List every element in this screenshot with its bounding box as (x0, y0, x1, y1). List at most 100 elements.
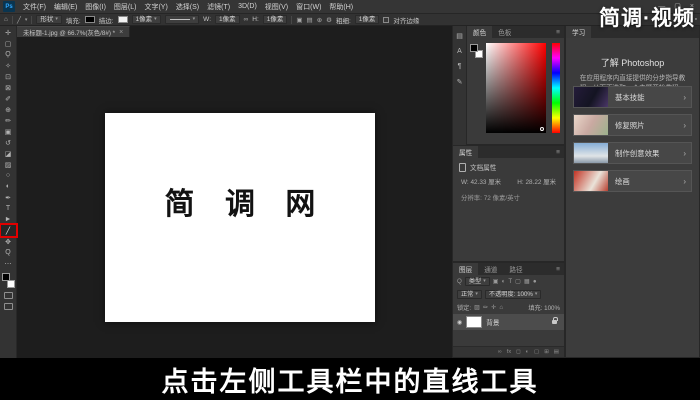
menu-file[interactable]: 文件(F) (19, 2, 50, 12)
delete-layer-icon[interactable]: ▤ (554, 349, 559, 355)
menu-view[interactable]: 视图(V) (261, 2, 292, 12)
path-selection-tool[interactable]: ► (1, 214, 16, 225)
foreground-color-swatch[interactable] (2, 273, 10, 281)
lasso-tool[interactable]: Ϙ (1, 49, 16, 60)
menu-window[interactable]: 窗口(W) (292, 2, 325, 12)
gradient-tool[interactable]: ▨ (1, 159, 16, 170)
tutorial-card-basic-skills[interactable]: 基本技能 › (573, 86, 692, 108)
layer-group-icon[interactable]: ▢ (534, 349, 539, 355)
document-tab[interactable]: 未标题-1.jpg @ 66.7%(灰色/8#) * × (17, 26, 130, 37)
spot-healing-tool[interactable]: ⊕ (1, 104, 16, 115)
tab-paths[interactable]: 路径 (503, 263, 528, 275)
tab-swatches[interactable]: 色板 (492, 26, 517, 38)
screen-mode-button[interactable] (4, 303, 13, 310)
panel-menu-icon[interactable]: ≡ (552, 26, 564, 38)
brush-tool[interactable]: ✏ (1, 115, 16, 126)
filter-type-icon[interactable]: T (508, 278, 512, 285)
filter-pixel-icon[interactable]: ▣ (493, 278, 499, 285)
hue-slider[interactable] (552, 43, 560, 133)
layer-row-background[interactable]: ◉ 背景 (453, 314, 564, 330)
panel-menu-icon[interactable]: ≡ (552, 146, 564, 158)
path-alignment-icon[interactable]: ▤ (307, 16, 313, 24)
menu-layer[interactable]: 图层(L) (110, 2, 141, 12)
quick-selection-tool[interactable]: ✧ (1, 60, 16, 71)
align-edges-checkbox[interactable] (383, 17, 389, 23)
history-panel-icon[interactable]: ▤ (456, 32, 463, 40)
type-tool[interactable]: T (1, 203, 16, 214)
menu-help[interactable]: 帮助(H) (325, 2, 357, 12)
edit-toolbar-button[interactable]: ⋯ (1, 258, 16, 269)
path-arrangement-icon[interactable]: ⊕ (317, 16, 322, 24)
weight-input[interactable]: 1像素 (355, 15, 380, 24)
blur-tool[interactable]: ○ (1, 170, 16, 181)
blend-mode-dropdown[interactable]: 正常▾ (457, 290, 482, 299)
menu-3d[interactable]: 3D(D) (234, 3, 261, 10)
clone-stamp-tool[interactable]: ▣ (1, 126, 16, 137)
line-tool-highlighted[interactable]: ╱ (1, 225, 16, 236)
tutorial-card-retouch-photos[interactable]: 修复照片 › (573, 114, 692, 136)
panel-menu-icon[interactable]: ≡ (552, 263, 564, 275)
new-layer-icon[interactable]: ⊞ (544, 349, 549, 355)
quick-mask-button[interactable] (4, 292, 13, 299)
libraries-panel-icon[interactable]: ✎ (457, 78, 463, 86)
width-input[interactable]: 1像素 (215, 15, 240, 24)
menu-filter[interactable]: 滤镜(T) (203, 2, 234, 12)
current-tool-icon[interactable]: ╱ (17, 16, 21, 24)
hand-tool[interactable]: ✥ (1, 236, 16, 247)
fill-swatch[interactable] (85, 16, 95, 23)
filter-toggle-icon[interactable]: ● (533, 278, 537, 285)
tab-color[interactable]: 颜色 (467, 26, 492, 38)
lock-all-icon[interactable]: ⌂ (499, 304, 503, 311)
stroke-width-dropdown[interactable]: 1像素▾ (132, 15, 161, 24)
filter-smartobject-icon[interactable]: ▦ (524, 278, 530, 285)
tab-properties[interactable]: 属性 (453, 146, 478, 158)
eyedropper-tool[interactable]: ✐ (1, 93, 16, 104)
tab-channels[interactable]: 通道 (478, 263, 503, 275)
lock-position-icon[interactable]: ✛ (491, 304, 496, 311)
frame-tool[interactable]: ⊠ (1, 82, 16, 93)
panel-collapse-icon[interactable]: ▫ (695, 16, 697, 23)
pen-tool[interactable]: ✒ (1, 192, 16, 203)
tutorial-card-painting[interactable]: 绘画 › (573, 170, 692, 192)
layer-style-icon[interactable]: fx (507, 349, 511, 355)
canvas-area[interactable]: 简 调 网 (17, 37, 451, 358)
stroke-swatch[interactable] (118, 16, 128, 23)
menu-image[interactable]: 图像(I) (81, 2, 110, 12)
menu-edit[interactable]: 编辑(E) (50, 2, 81, 12)
height-input[interactable]: 1像素 (263, 15, 288, 24)
move-tool[interactable]: ✛ (1, 27, 16, 38)
tool-mode-dropdown[interactable]: 形状▾ (36, 15, 62, 24)
character-panel-icon[interactable]: A (457, 48, 462, 55)
opacity-dropdown[interactable]: 不透明度: 100%▾ (485, 290, 542, 299)
path-operations-icon[interactable]: ▣ (296, 16, 302, 24)
tab-learn[interactable]: 学习 (566, 26, 591, 38)
paragraph-panel-icon[interactable]: ¶ (458, 63, 462, 70)
link-layers-icon[interactable]: ∞ (498, 349, 502, 355)
menu-select[interactable]: 选择(S) (172, 2, 203, 12)
layer-mask-icon[interactable]: ◻ (516, 349, 521, 355)
link-dimensions-icon[interactable]: ∞ (244, 16, 249, 23)
dodge-tool[interactable]: ◐ (1, 181, 16, 192)
adjustment-layer-icon[interactable]: ◐ (526, 349, 529, 355)
layer-thumbnail[interactable] (466, 316, 482, 328)
history-brush-tool[interactable]: ↺ (1, 137, 16, 148)
zoom-tool[interactable]: Q (1, 247, 16, 258)
color-picker-marker[interactable] (540, 127, 544, 131)
filter-type-dropdown[interactable]: 类型▾ (465, 277, 490, 286)
background-color-swatch[interactable] (7, 280, 15, 288)
close-tab-icon[interactable]: × (119, 29, 123, 36)
lock-transparency-icon[interactable]: ▨ (474, 304, 480, 311)
marquee-tool[interactable]: ▢ (1, 38, 16, 49)
filter-shape-icon[interactable]: ▢ (515, 278, 521, 285)
filter-adjustment-icon[interactable]: ◐ (502, 278, 506, 285)
home-icon[interactable]: ⌂ (4, 16, 8, 23)
fill-opacity-label[interactable]: 填充: 100% (528, 303, 560, 312)
lock-pixels-icon[interactable]: ✏ (483, 304, 488, 311)
menu-type[interactable]: 文字(Y) (140, 2, 171, 12)
visibility-eye-icon[interactable]: ◉ (457, 319, 462, 326)
crop-tool[interactable]: ⊡ (1, 71, 16, 82)
tutorial-card-creative-effects[interactable]: 制作创意效果 › (573, 142, 692, 164)
document-canvas[interactable]: 简 调 网 (105, 113, 375, 322)
geometry-options-icon[interactable]: ⚙ (326, 16, 332, 24)
tab-layers[interactable]: 图层 (453, 263, 478, 275)
